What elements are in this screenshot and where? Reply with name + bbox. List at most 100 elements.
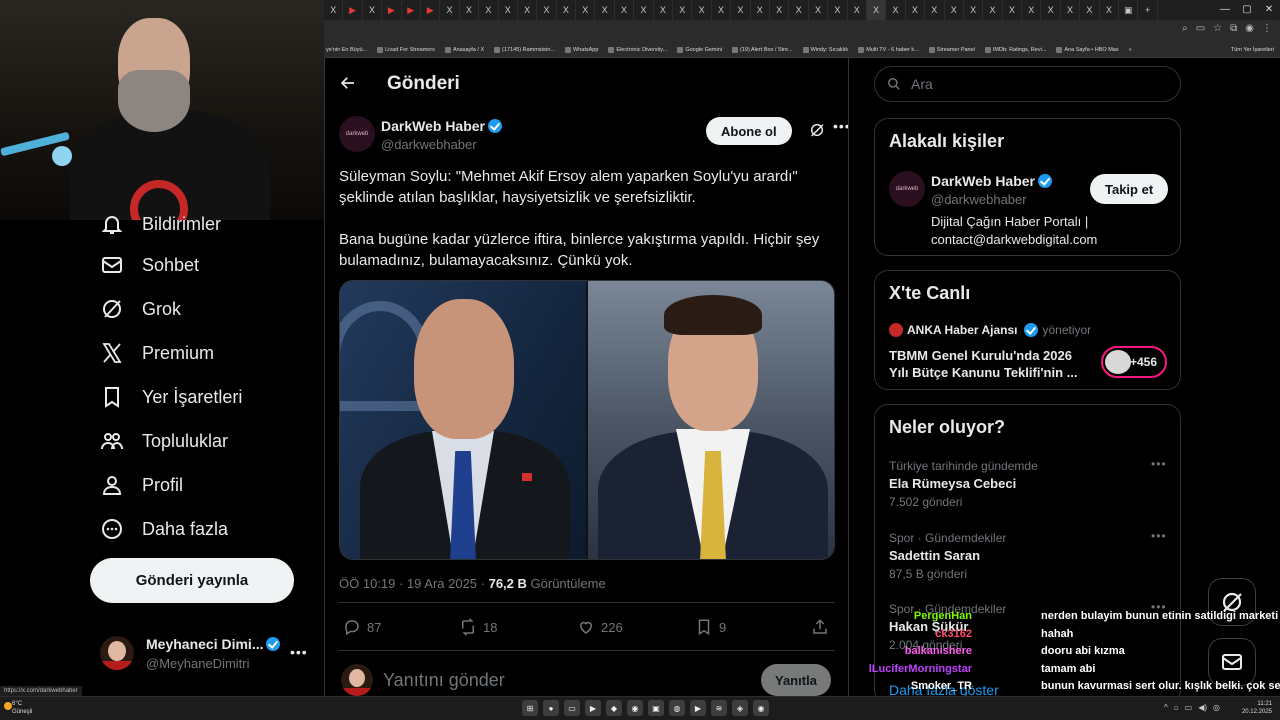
reply-button[interactable]: 87 — [343, 618, 381, 636]
browser-tab[interactable]: X — [828, 0, 848, 20]
browser-tab[interactable]: ▶ — [343, 0, 363, 20]
nav-item-communities[interactable]: Topluluklar — [100, 427, 228, 455]
bookmark-item[interactable]: (19) Alert Box / Stre... — [732, 46, 793, 53]
taskbar-app-icon[interactable]: ▶ — [690, 700, 706, 716]
like-button[interactable]: 226 — [577, 618, 623, 636]
browser-tab[interactable]: X — [770, 0, 790, 20]
browser-tab[interactable]: X — [1003, 0, 1023, 20]
browser-tab[interactable]: X — [692, 0, 712, 20]
browser-tab[interactable]: ▶ — [382, 0, 402, 20]
bookmark-item[interactable]: IMDb: Ratings, Revi... — [984, 46, 1046, 53]
browser-tab[interactable]: X — [731, 0, 751, 20]
account-switcher[interactable]: Meyhaneci Dimi... @MeyhaneDimitri ••• — [100, 632, 310, 674]
nav-item-chat[interactable]: Sohbet — [100, 251, 199, 279]
browser-tab[interactable]: X — [363, 0, 383, 20]
trend-more-icon[interactable]: ••• — [1151, 457, 1167, 471]
tray-icon[interactable]: ◎ — [1213, 703, 1220, 712]
close-button[interactable]: ✕ — [1258, 0, 1280, 20]
taskbar-app-icon[interactable]: ● — [543, 700, 559, 716]
bookmark-item[interactable]: ye'nin En Büyü... — [326, 47, 367, 53]
minimize-button[interactable]: — — [1214, 0, 1236, 20]
extensions-icon[interactable]: ⧉ — [1230, 23, 1237, 34]
taskbar-app-icon[interactable]: ⊞ — [522, 700, 538, 716]
browser-tab[interactable]: X — [945, 0, 964, 20]
taskbar-app-icon[interactable]: ◉ — [753, 700, 769, 716]
browser-tab[interactable]: X — [537, 0, 557, 20]
browser-tab[interactable]: X — [1080, 0, 1100, 20]
nav-item-grok[interactable]: Grok — [100, 295, 181, 323]
browser-tab[interactable]: X — [460, 0, 480, 20]
author-handle[interactable]: @darkwebhaber — [381, 137, 477, 152]
back-arrow-icon[interactable] — [339, 74, 357, 92]
browser-tab[interactable]: X — [848, 0, 867, 20]
bookmark-item[interactable]: Windy: Sıcaklık — [802, 46, 848, 53]
grok-icon[interactable] — [809, 122, 825, 138]
browser-tab[interactable]: X — [576, 0, 596, 20]
browser-tab[interactable]: X — [499, 0, 518, 20]
live-card[interactable]: X'te Canlı ANKA Haber Ajansı yönetiyor T… — [874, 270, 1181, 390]
browser-tab[interactable]: X — [634, 0, 654, 20]
browser-tab[interactable]: X — [751, 0, 770, 20]
browser-tab[interactable]: X — [712, 0, 732, 20]
nav-item-bookmarks[interactable]: Yer İşaretleri — [100, 383, 242, 411]
browser-tab[interactable]: X — [1022, 0, 1042, 20]
browser-tab[interactable]: X — [1100, 0, 1120, 20]
bookmark-item[interactable]: Anasayfa / X — [444, 46, 484, 53]
browser-tab[interactable]: X — [479, 0, 499, 20]
live-listeners-badge[interactable]: +456 — [1101, 346, 1167, 378]
maximize-button[interactable]: ▢ — [1236, 0, 1258, 20]
browser-tab[interactable]: X — [925, 0, 945, 20]
bookmark-item[interactable]: Ana Sayfa • HBO Max — [1056, 46, 1119, 53]
browser-tab[interactable]: X — [809, 0, 829, 20]
related-avatar[interactable]: darkweb — [889, 171, 925, 207]
browser-tab[interactable]: X — [906, 0, 926, 20]
nav-item-premium[interactable]: Premium — [100, 339, 214, 367]
browser-tab[interactable]: X — [983, 0, 1003, 20]
taskbar-app-icon[interactable]: ◈ — [732, 700, 748, 716]
bookmark-item[interactable]: Multi TV - 6 haber k... — [858, 46, 919, 53]
bookmark-item[interactable]: » — [1129, 47, 1132, 53]
taskbar-app-icon[interactable]: ◍ — [669, 700, 685, 716]
account-more-icon[interactable]: ••• — [290, 644, 308, 660]
taskbar-app-icon[interactable]: ◉ — [627, 700, 643, 716]
all-bookmarks-link[interactable]: Tüm Yer İşaretleri — [1231, 47, 1280, 53]
browser-tab[interactable]: + — [1138, 0, 1158, 20]
post-image[interactable] — [339, 280, 835, 560]
bookmark-item[interactable]: Livad For Streamers — [377, 46, 435, 53]
bookmark-item[interactable]: Streamer Panel — [928, 46, 975, 53]
trend-item[interactable]: Türkiye tarihinde gündemde Ela Rümeysa C… — [889, 457, 1169, 509]
bookmark-item[interactable]: Electronic Diversity... — [608, 46, 667, 53]
browser-tab[interactable]: X — [866, 0, 887, 20]
repost-button[interactable]: 18 — [459, 618, 497, 636]
browser-tab[interactable]: X — [789, 0, 809, 20]
related-name[interactable]: DarkWeb Haber — [931, 173, 1053, 189]
share-button[interactable] — [811, 618, 829, 636]
browser-tab[interactable]: X — [557, 0, 577, 20]
weather-widget[interactable]: 6°C Güneşli — [4, 700, 32, 716]
zoom-icon[interactable]: ⌕ — [1182, 23, 1188, 34]
browser-tab[interactable]: X — [440, 0, 460, 20]
browser-tab[interactable]: X — [964, 0, 984, 20]
post-more-icon[interactable]: ••• — [833, 118, 848, 134]
browser-tab[interactable]: ▶ — [421, 0, 441, 20]
address-bar[interactable]: ⌕ ▭ ☆ ⧉ ◉ ⋮ — [324, 20, 1280, 42]
taskbar-app-icon[interactable]: ▣ — [648, 700, 664, 716]
post-button[interactable]: Gönderi yayınla — [90, 558, 294, 603]
taskbar-app-icon[interactable]: ≋ — [711, 700, 727, 716]
profile-icon[interactable]: ◉ — [1245, 23, 1254, 34]
post-timestamp[interactable]: ÖÖ 10:19 · 19 Ara 2025 · — [339, 576, 489, 591]
tray-icon[interactable]: ⌂ — [1174, 703, 1179, 712]
browser-tab[interactable]: X — [518, 0, 538, 20]
browser-tab[interactable]: X — [886, 0, 906, 20]
browser-tab[interactable]: ▶ — [402, 0, 421, 20]
cast-icon[interactable]: ▭ — [1196, 23, 1205, 34]
follow-button[interactable]: Takip et — [1090, 174, 1169, 204]
author-avatar[interactable]: darkweb — [339, 116, 375, 152]
bookmark-item[interactable]: Google Gemini — [677, 46, 722, 53]
star-icon[interactable]: ☆ — [1213, 23, 1222, 34]
taskbar-app-icon[interactable]: ◆ — [606, 700, 622, 716]
bookmark-item[interactable]: WhatsApp — [565, 46, 598, 53]
clock[interactable]: 11:21 20.12.2025 — [1242, 700, 1272, 716]
tray-icon[interactable]: ^ — [1164, 703, 1168, 712]
taskbar-app-icon[interactable]: ▶ — [585, 700, 601, 716]
